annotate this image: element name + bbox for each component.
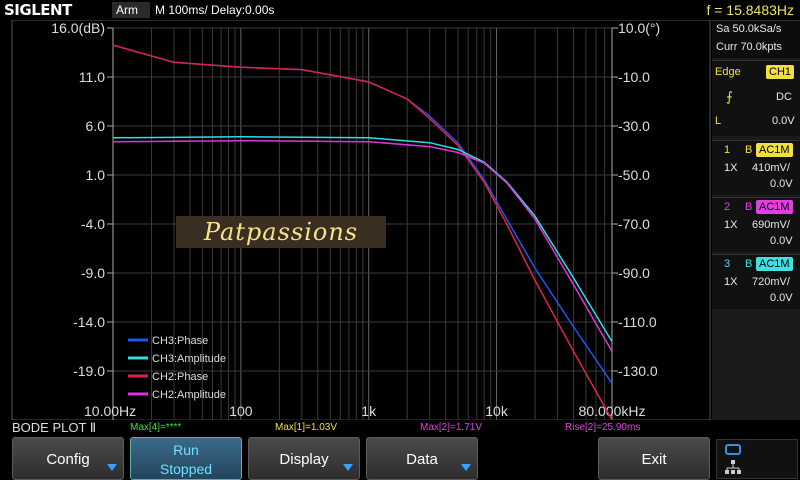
channel-coupling-badge: AC1M <box>756 143 793 157</box>
left-tick-label: 16.0(dB) <box>51 20 105 36</box>
memory-depth: Curr 70.0kpts <box>716 41 783 53</box>
legend-label: CH2:Amplitude <box>152 389 226 401</box>
usb-icon <box>725 444 741 455</box>
channel-1-box[interactable]: 1 B AC1M 1X 410mV/0.0V <box>712 140 800 195</box>
exit-button[interactable]: Exit <box>598 437 710 480</box>
left-tick-label: 6.0 <box>86 118 106 134</box>
legend-label: CH2:Phase <box>152 371 208 383</box>
run-label: Run <box>173 442 199 458</box>
measure-max1: Max[1]=1.03V <box>275 422 337 433</box>
network-status[interactable] <box>716 439 798 479</box>
top-status-bar: SIGLENT Arm M 100ms/ Delay:0.00s f = 15.… <box>0 0 800 20</box>
left-tick-label: -19.0 <box>73 363 105 379</box>
frequency-readout: f = 15.8483Hz <box>706 2 794 18</box>
trigger-state-badge: Arm <box>112 2 150 18</box>
stopped-label: Stopped <box>159 461 213 477</box>
right-tick-label: -70.0 <box>618 216 650 232</box>
channel-number: 2 <box>724 201 731 213</box>
bandwidth-limit: B <box>745 144 753 156</box>
right-tick-label: -90.0 <box>618 265 650 281</box>
brand-logo: SIGLENT <box>4 1 72 19</box>
bandwidth-limit: B <box>745 258 753 270</box>
channel-2-box[interactable]: 2 B AC1M 1X 690mV/0.0V <box>712 197 800 252</box>
left-tick-label: -9.0 <box>81 265 105 281</box>
data-button[interactable]: Data <box>366 437 478 480</box>
chevron-down-icon <box>461 464 471 471</box>
watermark: Patpassions <box>176 216 386 248</box>
volts-per-div: 410mV/ <box>752 162 790 174</box>
acquisition-box[interactable]: Sa 50.0kSa/s Curr 70.0kpts <box>712 20 800 58</box>
left-tick-label: -4.0 <box>81 216 105 232</box>
trigger-coupling: DC <box>776 91 792 103</box>
legend-label: CH3:Phase <box>152 335 208 347</box>
right-tick-label: 10.0(°) <box>618 20 660 36</box>
channel-offset: 0.0V <box>770 178 793 190</box>
chevron-down-icon <box>343 464 353 471</box>
trigger-type: Edge <box>715 66 741 78</box>
x-tick-label: 80.000kHz <box>579 403 646 419</box>
bandwidth-limit: B <box>745 201 753 213</box>
right-tick-label: -30.0 <box>618 118 650 134</box>
sample-rate: Sa 50.0kSa/s <box>716 23 782 35</box>
x-tick-label: 100 <box>229 403 253 419</box>
probe-ratio: 1X <box>724 276 738 288</box>
measure-rise2: Rise[2]=25.90ms <box>565 422 641 433</box>
channel-offset: 0.0V <box>770 292 793 304</box>
left-tick-label: 11.0 <box>79 69 105 85</box>
mode-title: BODE PLOT Ⅱ <box>12 420 97 435</box>
left-tick-label: -14.0 <box>73 314 105 330</box>
channel-coupling-badge: AC1M <box>756 257 793 271</box>
channel-offset: 0.0V <box>770 235 793 247</box>
rising-edge-icon: ⨍ <box>726 89 733 104</box>
channel-coupling-badge: AC1M <box>756 200 793 214</box>
bode-plot[interactable]: 16.0(dB) 11.0 6.0 1.0 -4.0 -9.0 -14.0 -19.0 10.0… <box>0 20 712 420</box>
probe-ratio: 1X <box>724 219 738 231</box>
left-tick-label: 1.0 <box>86 167 106 183</box>
trigger-box[interactable]: Edge CH1 ⨍ DC L 0.0V <box>712 60 800 136</box>
x-tick-label: 10.00Hz <box>84 403 136 419</box>
softkey-bar: Config Run Stopped Display Data Exit <box>0 437 800 480</box>
legend-label: CH3:Amplitude <box>152 353 226 365</box>
trigger-source-badge: CH1 <box>766 65 795 79</box>
chevron-down-icon <box>107 464 117 471</box>
x-tick-label: 1k <box>361 403 377 419</box>
right-tick-label: -130.0 <box>618 363 658 379</box>
lan-icon <box>725 460 741 476</box>
display-button[interactable]: Display <box>248 437 360 480</box>
channel-number: 3 <box>724 258 731 270</box>
timebase-readout: M 100ms/ Delay:0.00s <box>155 3 275 17</box>
measure-max2: Max[2]=1.71V <box>420 422 482 433</box>
right-info-panel: Sa 50.0kSa/s Curr 70.0kpts Edge CH1 ⨍ DC… <box>712 20 800 420</box>
trigger-level-label: L <box>715 115 722 127</box>
volts-per-div: 690mV/ <box>752 219 790 231</box>
measure-max4: Max[4]=**** <box>130 422 182 433</box>
probe-ratio: 1X <box>724 162 738 174</box>
x-tick-label: 10k <box>485 403 509 419</box>
channel-3-box[interactable]: 3 B AC1M 1X 720mV/0.0V <box>712 254 800 309</box>
config-button[interactable]: Config <box>12 437 124 480</box>
measurement-strip: BODE PLOT Ⅱ Max[4]=**** Max[1]=1.03V Max… <box>0 420 712 436</box>
right-tick-label: -10.0 <box>618 69 650 85</box>
right-tick-label: -50.0 <box>618 167 650 183</box>
trigger-level-value: 0.0V <box>772 115 795 127</box>
channel-number: 1 <box>724 144 731 156</box>
right-tick-label: -110.0 <box>618 314 657 330</box>
run-stopped-button[interactable]: Run Stopped <box>130 437 242 480</box>
volts-per-div: 720mV/ <box>752 276 790 288</box>
